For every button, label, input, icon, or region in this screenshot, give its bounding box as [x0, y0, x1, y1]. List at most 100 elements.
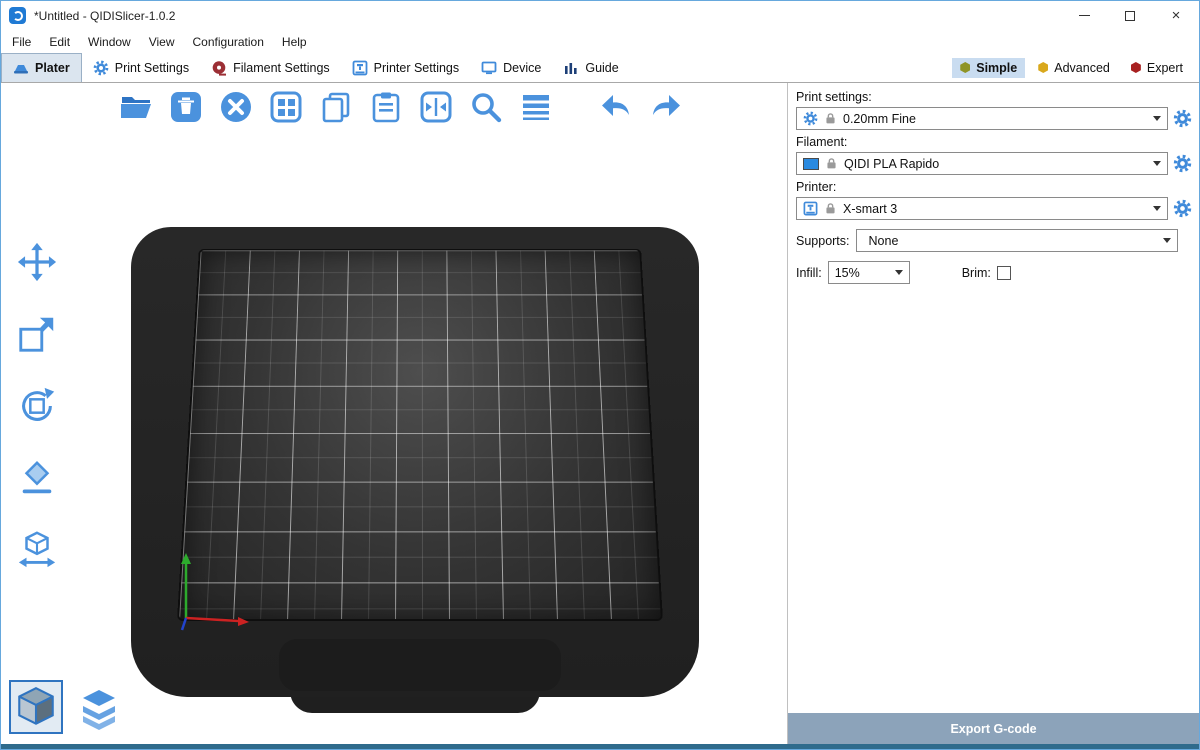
menu-help[interactable]: Help	[273, 33, 316, 51]
scale-to-fit-button[interactable]	[14, 527, 60, 573]
delete-button[interactable]	[167, 88, 205, 126]
tab-plater[interactable]: Plater	[1, 53, 82, 82]
settings-sidebar: Print settings: 0.20mm Fine Filament: QI…	[787, 83, 1199, 744]
undo-button[interactable]	[597, 88, 635, 126]
menu-window[interactable]: Window	[79, 33, 140, 51]
mode-expert[interactable]: Expert	[1123, 58, 1191, 78]
app-window: *Untitled - QIDISlicer-1.0.2 × File Edit…	[0, 0, 1200, 750]
simple-mode-dot-icon	[960, 62, 970, 73]
menu-file[interactable]: File	[3, 33, 40, 51]
app-logo-icon	[9, 7, 26, 24]
brim-checkbox[interactable]	[997, 266, 1011, 280]
supports-select[interactable]: None	[856, 229, 1178, 252]
split-button[interactable]	[417, 88, 455, 126]
printer-value: X-smart 3	[843, 202, 897, 216]
maximize-icon	[1125, 11, 1135, 21]
plater-icon	[13, 60, 29, 76]
search-icon	[469, 90, 503, 124]
3d-editor-view-button[interactable]	[9, 680, 63, 734]
mode-label: Simple	[976, 61, 1017, 75]
tab-filament-settings[interactable]: Filament Settings	[200, 53, 341, 82]
print-settings-row: 0.20mm Fine	[796, 107, 1192, 130]
lock-icon	[824, 202, 837, 215]
tab-printer-settings[interactable]: Printer Settings	[341, 53, 470, 82]
scale-to-fit-icon	[16, 529, 58, 571]
gear-icon	[1173, 199, 1192, 218]
window-controls: ×	[1061, 1, 1199, 30]
close-button[interactable]: ×	[1153, 1, 1199, 30]
printer-icon	[352, 60, 368, 76]
menu-edit[interactable]: Edit	[40, 33, 79, 51]
search-button[interactable]	[467, 88, 505, 126]
printer-label: Printer:	[796, 180, 1192, 194]
3d-editor-view-icon	[13, 684, 59, 730]
redo-button[interactable]	[647, 88, 685, 126]
mode-advanced[interactable]: Advanced	[1030, 58, 1118, 78]
copy-icon	[319, 90, 353, 124]
preview-layers-button[interactable]	[75, 686, 123, 734]
arrange-button[interactable]	[267, 88, 305, 126]
minimize-button[interactable]	[1061, 1, 1107, 30]
variable-layer-height-button[interactable]	[517, 88, 555, 126]
filament-select[interactable]: QIDI PLA Rapido	[796, 152, 1168, 175]
print-settings-value: 0.20mm Fine	[843, 112, 916, 126]
infill-brim-row: Infill: 15% Brim:	[796, 261, 1192, 284]
menu-view[interactable]: View	[140, 33, 184, 51]
view-toggles	[9, 680, 123, 734]
lock-icon	[824, 112, 837, 125]
supports-row: Supports: None	[796, 229, 1192, 252]
gear-icon	[1173, 154, 1192, 173]
chevron-down-icon	[1153, 206, 1161, 211]
filament-value: QIDI PLA Rapido	[844, 157, 939, 171]
device-monitor-icon	[481, 60, 497, 76]
printer-row: X-smart 3	[796, 197, 1192, 220]
maximize-button[interactable]	[1107, 1, 1153, 30]
rotate-button[interactable]	[14, 383, 60, 429]
copy-button[interactable]	[317, 88, 355, 126]
tab-bar: Plater Print Settings Filament Settings …	[1, 53, 1199, 83]
print-settings-select[interactable]: 0.20mm Fine	[796, 107, 1168, 130]
chevron-down-icon	[1153, 161, 1161, 166]
3d-viewport[interactable]	[1, 83, 787, 744]
mode-simple[interactable]: Simple	[952, 58, 1025, 78]
printer-select[interactable]: X-smart 3	[796, 197, 1168, 220]
filament-row: QIDI PLA Rapido	[796, 152, 1192, 175]
expert-mode-dot-icon	[1131, 62, 1141, 73]
supports-label: Supports:	[796, 234, 850, 248]
export-gcode-button[interactable]: Export G-code	[788, 713, 1199, 744]
arrange-icon	[269, 90, 303, 124]
tab-label: Print Settings	[115, 61, 189, 75]
edit-filament-button[interactable]	[1173, 154, 1192, 173]
edit-printer-button[interactable]	[1173, 199, 1192, 218]
scale-button[interactable]	[14, 311, 60, 357]
tab-device[interactable]: Device	[470, 53, 552, 82]
redo-icon	[649, 90, 683, 124]
brim-label: Brim:	[962, 266, 991, 280]
paste-icon	[369, 90, 403, 124]
paste-button[interactable]	[367, 88, 405, 126]
chevron-down-icon	[1163, 238, 1171, 243]
tab-label: Printer Settings	[374, 61, 459, 75]
minimize-icon	[1079, 15, 1090, 16]
move-icon	[16, 241, 58, 283]
filament-label: Filament:	[796, 135, 1192, 149]
move-button[interactable]	[14, 239, 60, 285]
menu-configuration[interactable]: Configuration	[184, 33, 273, 51]
open-file-button[interactable]	[117, 88, 155, 126]
tab-print-settings[interactable]: Print Settings	[82, 53, 200, 82]
rotate-icon	[16, 385, 58, 427]
place-on-face-button[interactable]	[14, 455, 60, 501]
preview-layers-icon	[77, 688, 121, 732]
tab-label: Filament Settings	[233, 61, 330, 75]
infill-select[interactable]: 15%	[828, 261, 910, 284]
title-bar: *Untitled - QIDISlicer-1.0.2 ×	[1, 1, 1199, 30]
filament-spool-icon	[211, 60, 227, 76]
mode-label: Expert	[1147, 61, 1183, 75]
delete-all-button[interactable]	[217, 88, 255, 126]
gizmo-toolbar	[14, 239, 60, 573]
tab-guide[interactable]: Guide	[552, 53, 629, 82]
bed-front-notch	[279, 639, 561, 691]
advanced-mode-dot-icon	[1038, 62, 1048, 73]
edit-print-settings-button[interactable]	[1173, 109, 1192, 128]
chevron-down-icon	[895, 270, 903, 275]
